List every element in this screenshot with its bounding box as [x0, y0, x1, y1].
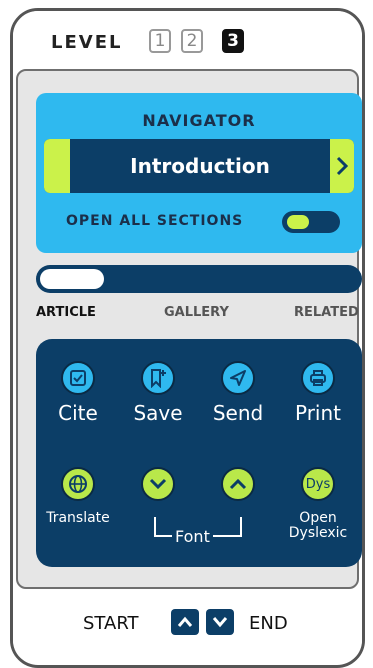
cite-circle: [61, 361, 95, 395]
current-section: Introduction: [130, 154, 270, 178]
tab-related[interactable]: RELATED: [294, 305, 359, 320]
font-label: Font: [172, 527, 213, 546]
previous-section-button[interactable]: [44, 139, 70, 193]
section-selector: Introduction: [44, 139, 354, 193]
print-circle: [301, 361, 335, 395]
save-label: Save: [133, 401, 183, 425]
send-circle: [221, 361, 255, 395]
send-icon: [230, 370, 246, 386]
level-bar: LEVEL 1 2 3: [13, 11, 362, 69]
chevron-down-icon: [149, 478, 167, 490]
globe-icon: [69, 475, 87, 493]
translate-circle: [61, 467, 95, 501]
progress-fill: [40, 269, 104, 289]
open-all-sections-toggle[interactable]: [282, 211, 340, 233]
page-navigation-bar: START END: [13, 589, 362, 659]
save-button[interactable]: Save: [120, 361, 196, 425]
cite-button[interactable]: Cite: [40, 361, 116, 425]
font-increase-circle: [221, 467, 255, 501]
open-dyslexic-circle: Dys: [301, 467, 335, 501]
next-section-button[interactable]: [330, 139, 354, 193]
start-label: START: [83, 613, 139, 634]
font-decrease-circle: [141, 467, 175, 501]
send-label: Send: [212, 401, 264, 425]
save-circle: [141, 361, 175, 395]
print-label: Print: [294, 401, 341, 425]
open-dyslexic-line-1: Open: [299, 510, 337, 526]
open-dyslexic-line-2: Dyslexic: [288, 525, 348, 541]
font-increase-button[interactable]: [200, 467, 276, 501]
send-button[interactable]: Send: [200, 361, 276, 425]
translate-label: Translate: [46, 510, 110, 526]
printer-icon: [310, 370, 326, 386]
tools-panel: Cite Save Send Print Translate Font Dys …: [36, 339, 362, 567]
font-decrease-button[interactable]: [120, 467, 196, 501]
translate-button[interactable]: Translate: [40, 467, 116, 526]
bookmark-add-icon: [151, 369, 166, 388]
end-label: END: [249, 613, 288, 634]
reading-progress-bar[interactable]: [36, 265, 362, 293]
open-dyslexic-label: Open Dyslexic: [280, 511, 356, 541]
navigator-title: NAVIGATOR: [142, 111, 256, 130]
tab-gallery[interactable]: GALLERY: [164, 305, 229, 320]
checkbox-icon: [70, 370, 86, 386]
print-button[interactable]: Print: [280, 361, 356, 425]
chevron-right-icon: [336, 156, 349, 176]
open-dyslexic-button[interactable]: Dys Open Dyslexic: [280, 467, 356, 541]
device-frame: LEVEL 1 2 3 NAVIGATOR Introduction OPEN …: [10, 8, 365, 668]
level-1-button[interactable]: 1: [149, 29, 171, 53]
chevron-up-icon: [177, 616, 193, 627]
level-2-button[interactable]: 2: [181, 29, 203, 53]
scroll-down-button[interactable]: [206, 609, 234, 635]
main-panel: NAVIGATOR Introduction OPEN ALL SECTIONS…: [16, 69, 362, 589]
cite-label: Cite: [58, 401, 98, 425]
navigator-card: NAVIGATOR Introduction OPEN ALL SECTIONS: [36, 93, 362, 253]
toggle-knob: [287, 215, 309, 229]
chevron-up-icon: [229, 478, 247, 490]
scroll-up-button[interactable]: [171, 609, 199, 635]
tab-article[interactable]: ARTICLE: [36, 305, 96, 320]
dys-icon: Dys: [305, 476, 331, 492]
level-label: LEVEL: [51, 32, 123, 53]
font-size-group-label: Font: [154, 517, 242, 546]
level-3-button[interactable]: 3: [222, 29, 244, 53]
chevron-down-icon: [212, 617, 228, 628]
open-all-sections-label: OPEN ALL SECTIONS: [66, 213, 244, 229]
